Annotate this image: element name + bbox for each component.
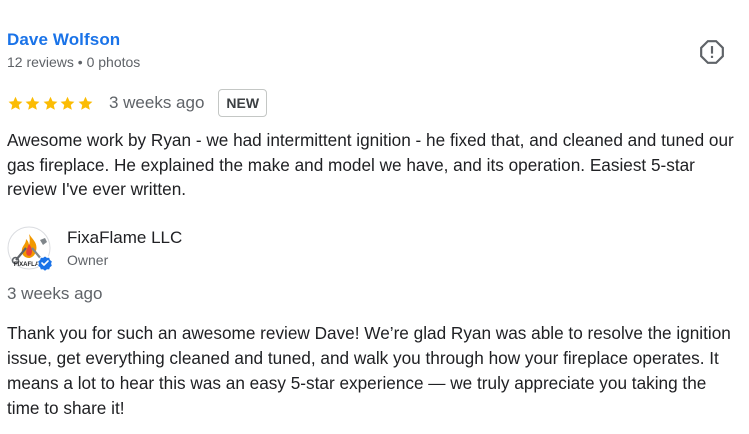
verified-check-icon — [37, 255, 53, 271]
reviewer-meta: 12 reviews • 0 photos — [7, 54, 141, 70]
star-rating — [7, 95, 94, 112]
star-icon — [24, 95, 41, 112]
new-badge: NEW — [218, 89, 268, 117]
star-icon — [77, 95, 94, 112]
reply-date: 3 weeks ago — [7, 284, 103, 303]
owner-reply-text: Thank you for such an awesome review Dav… — [7, 323, 731, 418]
owner-name: FixaFlame LLC — [67, 228, 183, 247]
report-flag-icon — [700, 40, 724, 64]
report-review-button[interactable] — [699, 39, 725, 65]
reviewer-name[interactable]: Dave Wolfson — [7, 30, 120, 50]
star-icon — [42, 95, 59, 112]
owner-avatar[interactable]: FIXAFLAM — [7, 226, 53, 272]
owner-role: Owner — [67, 252, 109, 268]
review-text: Awesome work by Ryan - we had intermitte… — [7, 130, 734, 199]
rating-row: 3 weeks ago NEW — [7, 89, 268, 117]
star-icon — [7, 95, 24, 112]
star-icon — [59, 95, 76, 112]
review-date: 3 weeks ago — [108, 93, 205, 112]
